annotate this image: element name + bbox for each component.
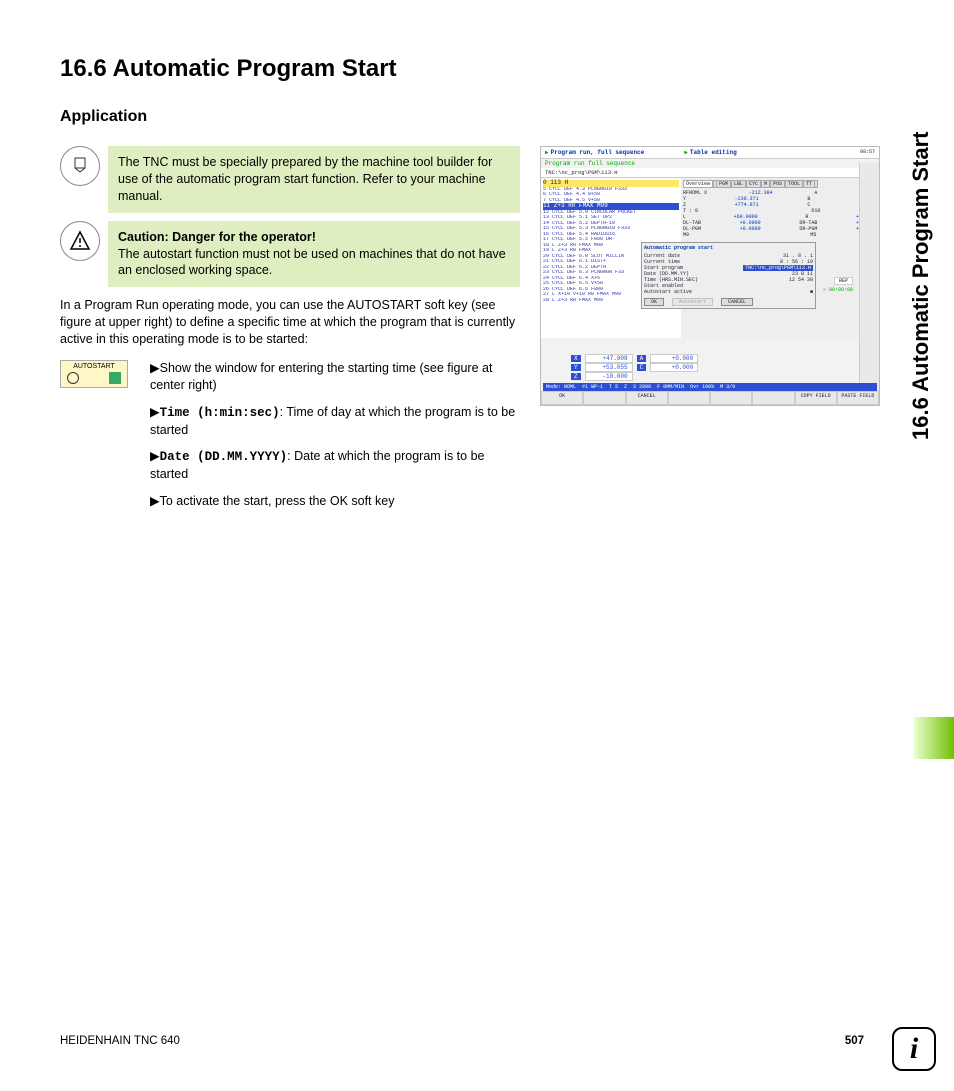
intro-paragraph: In a Program Run operating mode, you can… bbox=[60, 297, 520, 348]
position-display: X+47.808A+0.000Y+53.055C+0.000Z-10.000 bbox=[571, 354, 698, 381]
callout-text: The TNC must be specially prepared by th… bbox=[108, 146, 520, 213]
shot-path: TNC:\nc_prog\PGM\113.H bbox=[541, 168, 879, 178]
callout-body: The autostart function must not be used … bbox=[118, 247, 506, 278]
margin-section-label: 16.6 Automatic Program Start bbox=[908, 40, 934, 440]
rep-indicator: REP bbox=[834, 277, 853, 285]
section-heading: 16.6 Automatic Program Start bbox=[60, 55, 894, 83]
softkey-label: AUTOSTART bbox=[73, 363, 115, 370]
warning-icon bbox=[60, 221, 100, 261]
book-icon bbox=[60, 146, 100, 186]
softkey-row: OKCANCELCOPY FIELDPASTE FIELD bbox=[541, 391, 879, 405]
footer-product: HEIDENHAIN TNC 640 bbox=[60, 1035, 180, 1047]
step-4: ▶To activate the start, press the OK sof… bbox=[150, 493, 520, 510]
step-3: ▶Date (DD.MM.YYYY): Date at which the pr… bbox=[150, 448, 520, 483]
info-icon: i bbox=[892, 1027, 936, 1071]
autostart-dialog: Automatic program start Current date31 .… bbox=[641, 242, 816, 309]
shot-mode-right: Table editing bbox=[684, 149, 736, 156]
clock-icon bbox=[67, 372, 79, 384]
shot-sidebar bbox=[859, 163, 879, 391]
status-bar: Mode: NOML#1 WP-1T 5ZS 2000F 0MM/MINOvr … bbox=[543, 383, 877, 391]
callout-title: Caution: Danger for the operator! bbox=[118, 230, 316, 244]
step-1: ▶Show the window for entering the starti… bbox=[150, 360, 520, 394]
control-screenshot: 08:57 Program run, full sequence Table e… bbox=[540, 146, 880, 406]
autostart-softkey[interactable]: AUTOSTART bbox=[60, 360, 128, 388]
start-icon bbox=[109, 372, 121, 384]
page-number: 507 bbox=[845, 1035, 864, 1047]
danger-callout: Caution: Danger for the operator! The au… bbox=[60, 221, 520, 288]
dialog-ok-button[interactable]: OK bbox=[644, 298, 664, 306]
dialog-cancel-button[interactable]: CANCEL bbox=[721, 298, 753, 306]
shot-subtitle: Program run full sequence bbox=[541, 159, 879, 168]
machine-note-callout: The TNC must be specially prepared by th… bbox=[60, 146, 520, 213]
step-2: ▶Time (h:min:sec): Time of day at which … bbox=[150, 404, 520, 439]
status-tabs: Overview PGMLBLCYCMPOSTOOLTT bbox=[683, 180, 877, 188]
chapter-tab bbox=[914, 717, 954, 759]
elapsed-time: ☉ 00:00:08 bbox=[823, 287, 853, 293]
shot-mode-left: Program run, full sequence bbox=[545, 149, 644, 156]
subsection-heading: Application bbox=[60, 108, 894, 126]
status-values: RFNOML X-212.384A+0.000Y-230.371B+0.000Z… bbox=[683, 190, 877, 238]
shot-clock: 08:57 bbox=[860, 149, 875, 155]
